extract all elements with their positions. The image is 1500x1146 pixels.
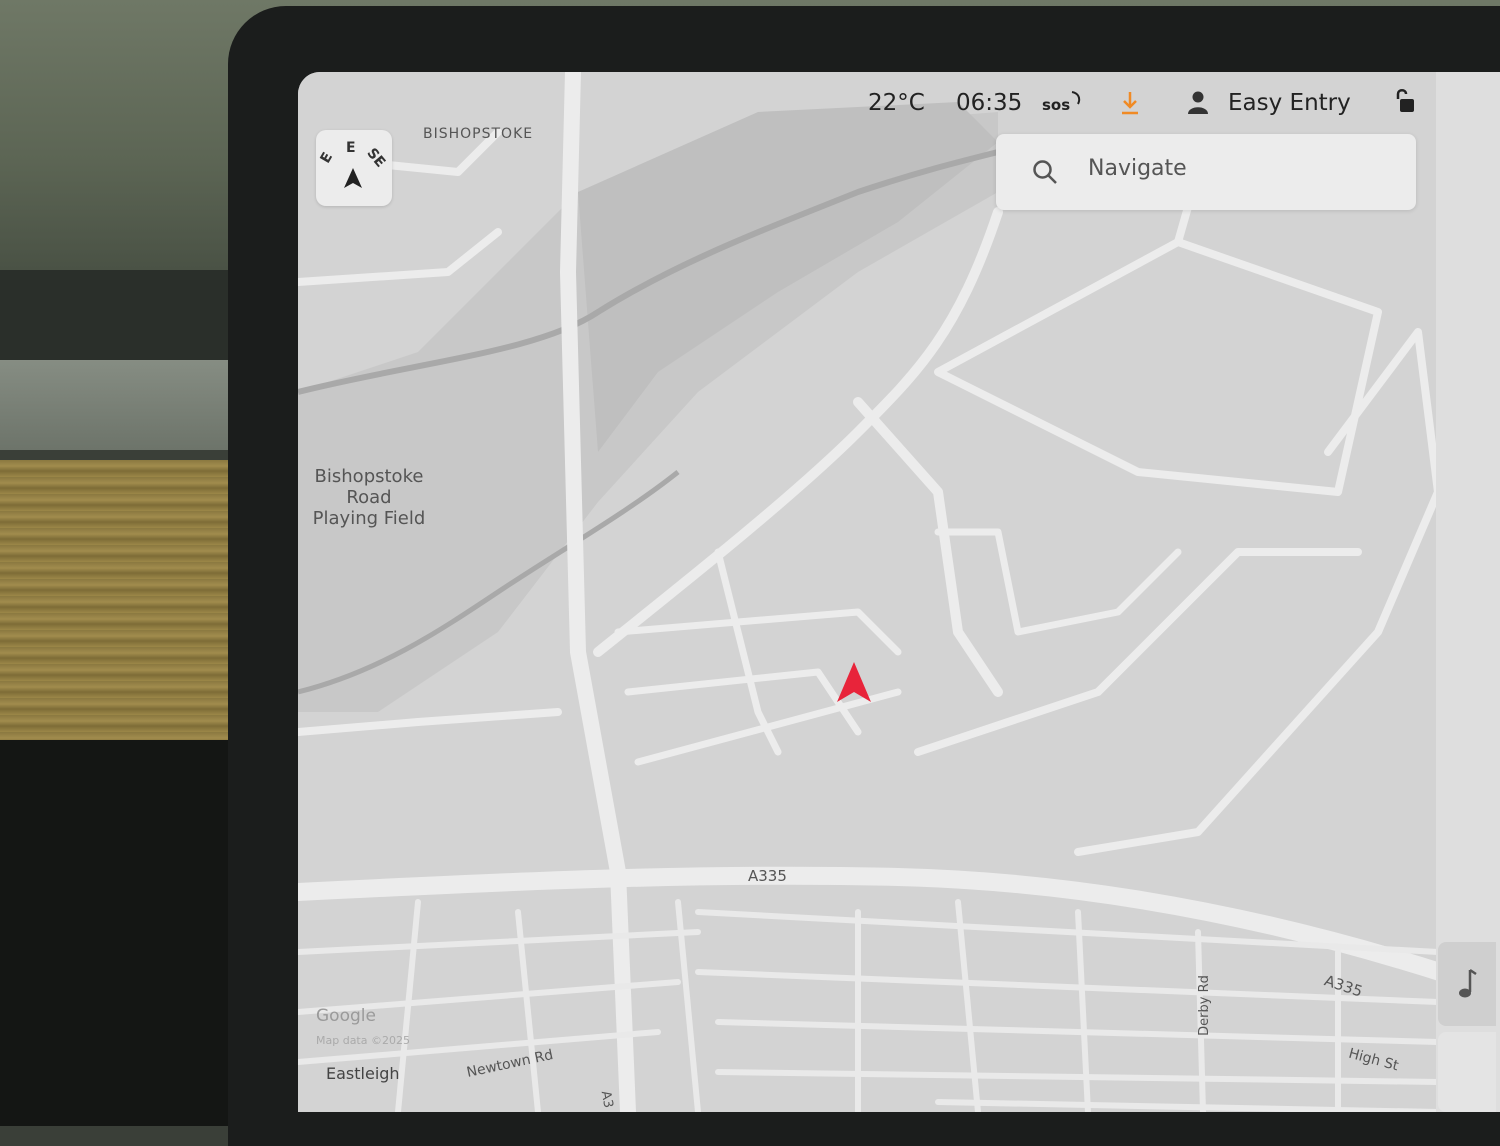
map-label-bishopstoke: BISHOPSTOKE: [423, 126, 534, 142]
compass-heading: E: [346, 140, 356, 156]
media-button[interactable]: [1438, 942, 1496, 1026]
map-label-eastleigh: Eastleigh: [326, 1064, 400, 1083]
music-note-icon: [1459, 968, 1477, 998]
unlock-icon[interactable]: [1394, 88, 1416, 114]
road-label-derby-rd: Derby Rd: [1196, 975, 1212, 1036]
road-label-a3: A3: [597, 1089, 616, 1110]
person-icon[interactable]: [1188, 90, 1208, 114]
download-icon[interactable]: [1120, 90, 1140, 116]
side-panel-button[interactable]: [1438, 1032, 1496, 1112]
park-label-line-1: Bishopstoke: [314, 466, 424, 487]
map-canvas[interactable]: [298, 72, 1500, 1112]
search-placeholder: Navigate: [1088, 156, 1187, 181]
dashboard-strip: [0, 360, 240, 450]
compass-left: E: [317, 149, 337, 167]
dashboard-trim: [0, 270, 240, 360]
map-screen[interactable]: BISHOPSTOKE Bishopstoke Road Playing Fie…: [298, 72, 1500, 1112]
map-data-attribution: Map data ©2025: [316, 1034, 410, 1047]
search-icon: [1033, 160, 1057, 184]
park-label-line-2: Road: [346, 487, 392, 508]
compass-arrow-icon: [344, 168, 362, 188]
road-label-a335: A335: [748, 867, 787, 885]
park-label-line-3: Playing Field: [312, 508, 426, 529]
navigate-search-bar[interactable]: Navigate: [996, 134, 1416, 210]
compass-right: SE: [363, 145, 389, 171]
clock: 06:35: [956, 90, 1023, 116]
sos-icon[interactable]: sos: [1042, 96, 1070, 114]
compass-button[interactable]: E E SE: [316, 130, 392, 206]
map-label-playing-field: Bishopstoke Road Playing Field: [310, 466, 428, 529]
google-attribution: Google: [316, 1006, 376, 1026]
temperature[interactable]: 22°C: [868, 90, 925, 116]
dashboard-bottom: [0, 740, 240, 1126]
wood-trim: [0, 460, 240, 740]
sos-signal-icon: [1071, 91, 1081, 105]
driver-profile[interactable]: Easy Entry: [1228, 90, 1351, 116]
